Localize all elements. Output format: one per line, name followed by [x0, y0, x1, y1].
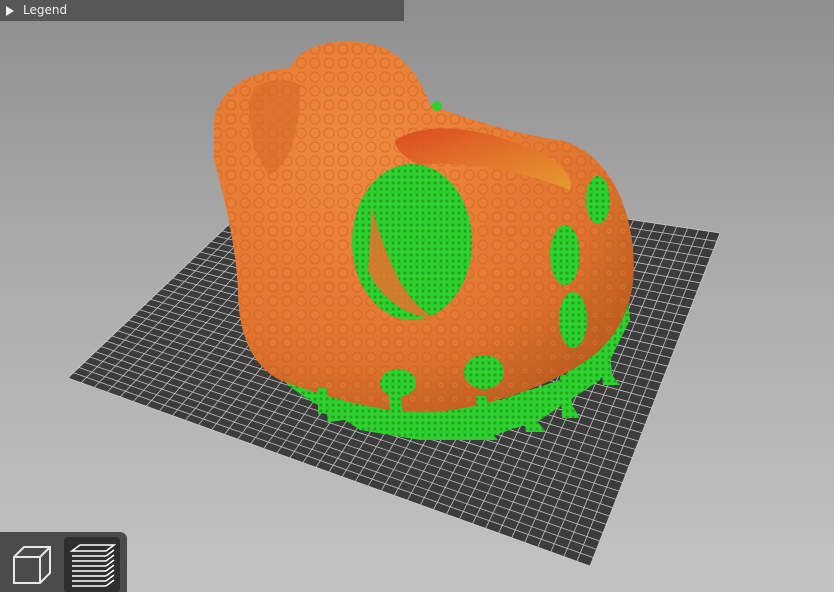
model-shell [214, 41, 634, 413]
legend-toggle[interactable]: Legend [0, 0, 404, 21]
3d-view-button[interactable] [4, 537, 60, 592]
cube-icon [13, 546, 51, 584]
legend-label: Legend [23, 3, 68, 17]
preview-view-button[interactable] [64, 537, 120, 592]
triangle-right-icon [6, 5, 14, 16]
layers-icon [69, 544, 116, 587]
view-mode-toolbar [0, 532, 127, 592]
3d-viewport[interactable] [0, 0, 834, 592]
